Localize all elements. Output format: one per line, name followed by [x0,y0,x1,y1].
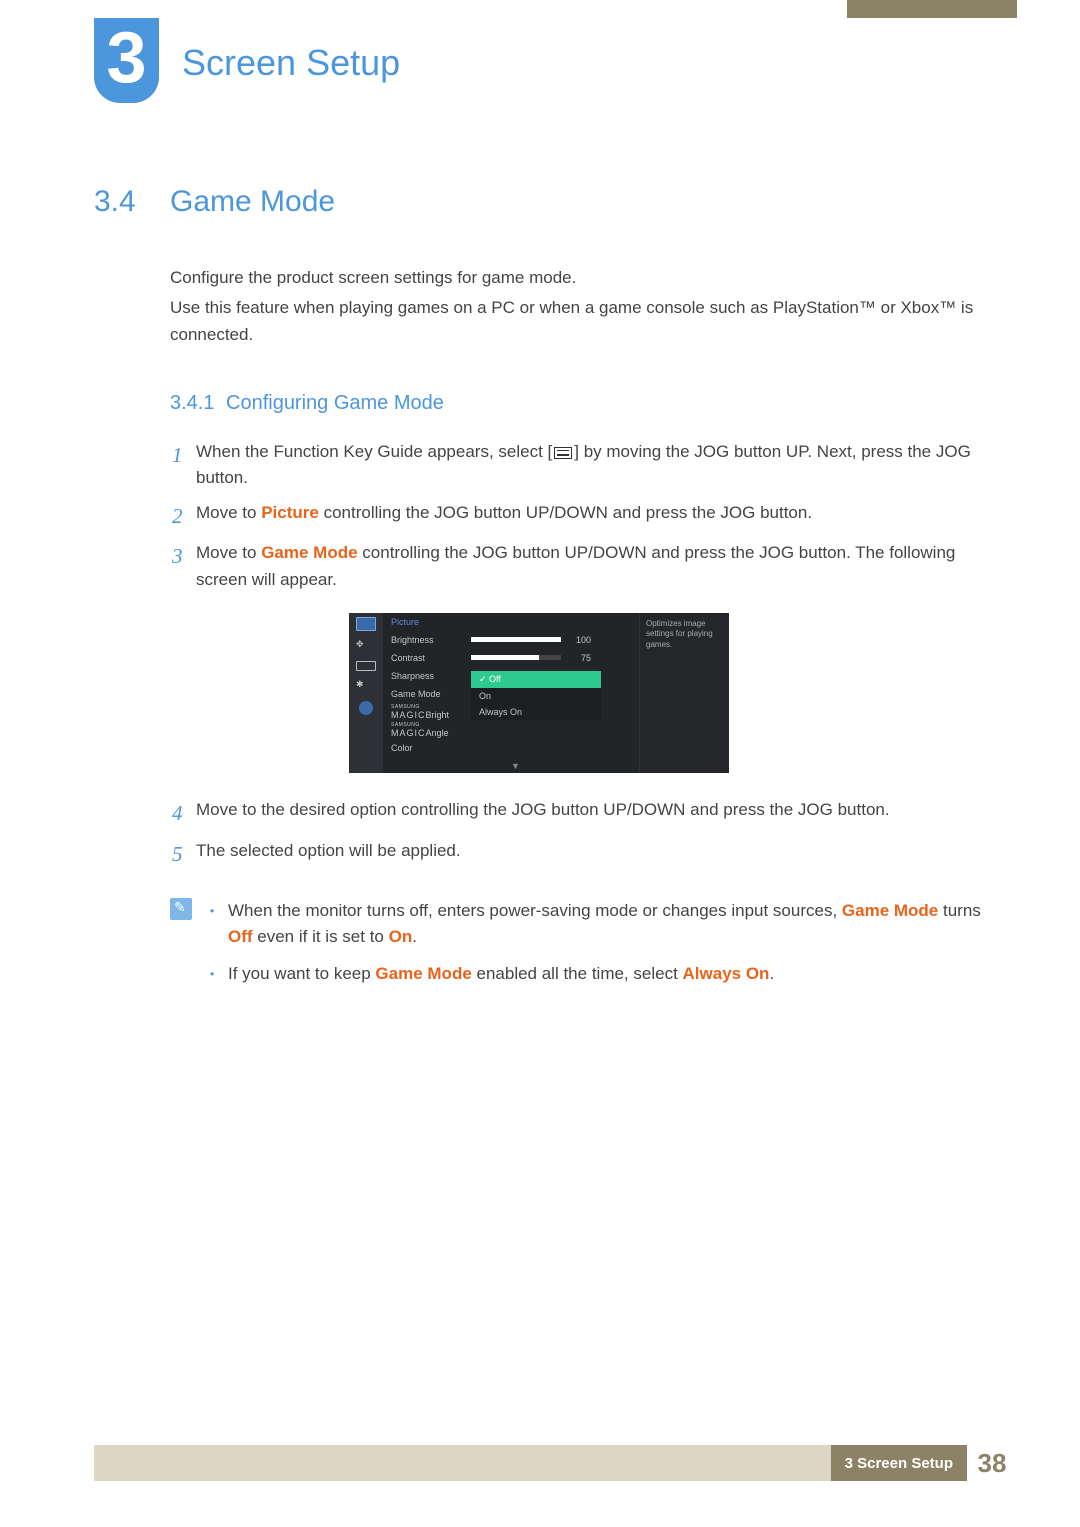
term-game-mode: Game Mode [261,543,357,562]
subsection-title: Configuring Game Mode [226,392,444,414]
intro-paragraph-2: Use this feature when playing games on a… [170,295,984,348]
osd-row-brightness: Brightness 100 [391,631,631,649]
header-accent-bar [847,0,1017,18]
footer-label: 3 Screen Setup [831,1445,967,1481]
step-1: 1 When the Function Key Guide appears, s… [172,439,984,492]
osd-down-arrow-icon: ▼ [511,761,520,771]
step-number: 3 [172,540,196,593]
step-3: 3 Move to Game Mode controlling the JOG … [172,540,984,593]
page-footer: 3 Screen Setup 38 [94,1445,1017,1481]
osd-option-off: Off [471,671,601,688]
osd-sidebar: ✥ ✱ [349,613,383,773]
step-number: 1 [172,439,196,492]
osd-screenshot: ✥ ✱ Picture Brightness 100 Contrast 75 S… [349,613,729,773]
note-icon [170,898,192,920]
step-text: Move to the desired option controlling t… [196,797,984,830]
osd-row-contrast: Contrast 75 [391,649,631,667]
osd-icon-gear: ✱ [356,679,376,693]
menu-icon [554,447,572,459]
osd-tip-panel: Optimizes image settings for playing gam… [639,613,729,773]
note-block: When the monitor turns off, enters power… [170,898,984,997]
section-heading: 3.4Game Mode [94,185,984,219]
intro-paragraph-1: Configure the product screen settings fo… [170,265,984,291]
step-number: 4 [172,797,196,830]
osd-dropdown: Off On Always On [471,671,601,720]
section-title: Game Mode [170,185,335,218]
note-item-2: If you want to keep Game Mode enabled al… [210,961,984,987]
osd-header: Picture [391,617,631,627]
osd-icon-screen [356,617,376,631]
osd-option-always-on: Always On [471,704,601,720]
osd-contrast-bar [471,655,561,660]
step-text: When the Function Key Guide appears, sel… [196,439,984,492]
osd-brightness-bar [471,637,561,642]
osd-icon-move: ✥ [356,639,376,653]
osd-row-magic-angle: SAMSUNGMAGICAngle [391,721,631,739]
osd-main-panel: Picture Brightness 100 Contrast 75 Sharp… [383,613,639,773]
page-content: 3.4Game Mode Configure the product scree… [94,185,984,997]
chapter-title: Screen Setup [182,42,400,84]
osd-row-color: Color [391,739,631,757]
osd-option-on: On [471,688,601,704]
section-number: 3.4 [94,185,170,219]
term-picture: Picture [261,503,319,522]
note-list: When the monitor turns off, enters power… [210,898,984,997]
osd-icon-list [356,661,376,671]
subsection-number: 3.4.1 [170,392,226,415]
step-4: 4 Move to the desired option controlling… [172,797,984,830]
step-5: 5 The selected option will be applied. [172,838,984,871]
step-2: 2 Move to Picture controlling the JOG bu… [172,500,984,533]
note-item-1: When the monitor turns off, enters power… [210,898,984,951]
step-text: Move to Picture controlling the JOG butt… [196,500,984,533]
step-text: Move to Game Mode controlling the JOG bu… [196,540,984,593]
footer-bar [94,1445,831,1481]
chapter-number-tab: 3 [94,18,159,103]
step-text: The selected option will be applied. [196,838,984,871]
subsection-heading: 3.4.1Configuring Game Mode [170,392,984,415]
footer-page-number: 38 [967,1445,1017,1481]
step-number: 2 [172,500,196,533]
step-number: 5 [172,838,196,871]
osd-icon-info [359,701,373,715]
